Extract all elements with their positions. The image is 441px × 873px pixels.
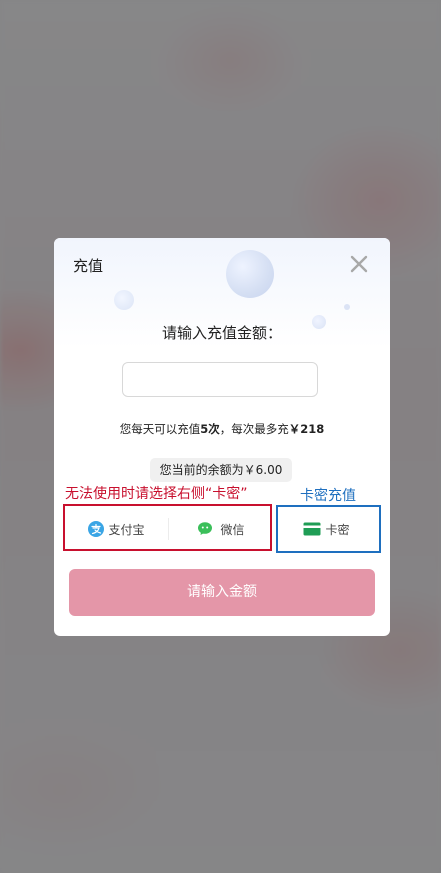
decor-bubble — [114, 290, 134, 310]
payment-label: 卡密 — [325, 522, 350, 537]
limit-max-amount: 218 — [300, 422, 325, 436]
decor-bubble — [226, 250, 274, 298]
close-button[interactable] — [347, 252, 371, 276]
recharge-dialog: 充值 请输入充值金额： 您每天可以充值5次，每次最多充￥218 您当前的余额为￥… — [54, 238, 390, 636]
payment-wechat[interactable]: 微信 — [174, 508, 269, 550]
close-icon[interactable] — [347, 252, 371, 276]
annotation-left-note: 无法使用时请选择右侧“卡密” — [65, 486, 248, 502]
limit-times: 5次 — [200, 422, 220, 436]
payment-methods: 支付宝 微信 卡密 — [69, 508, 374, 550]
card-icon — [303, 522, 321, 536]
divider — [168, 518, 169, 540]
payment-label: 支付宝 — [108, 522, 145, 537]
payment-label: 微信 — [220, 522, 245, 537]
payment-alipay[interactable]: 支付宝 — [69, 508, 164, 550]
submit-button[interactable]: 请输入金额 — [69, 569, 375, 616]
dialog-title: 充值 — [73, 257, 104, 275]
limit-prefix: 您每天可以充值 — [119, 422, 201, 436]
balance-badge: 您当前的余额为￥6.00 — [150, 458, 292, 482]
amount-prompt: 请输入充值金额： — [161, 324, 282, 342]
payment-card-key[interactable]: 卡密 — [279, 508, 374, 550]
limit-currency: ￥ — [288, 422, 301, 436]
limit-middle: ，每次最多充 — [219, 422, 289, 436]
annotation-right-note: 卡密充值 — [300, 488, 356, 504]
amount-input[interactable] — [122, 362, 318, 397]
recharge-limit-text: 您每天可以充值5次，每次最多充￥218 — [54, 421, 390, 437]
decor-bubble — [344, 304, 350, 310]
alipay-icon — [88, 521, 105, 537]
wechat-icon — [198, 521, 216, 537]
